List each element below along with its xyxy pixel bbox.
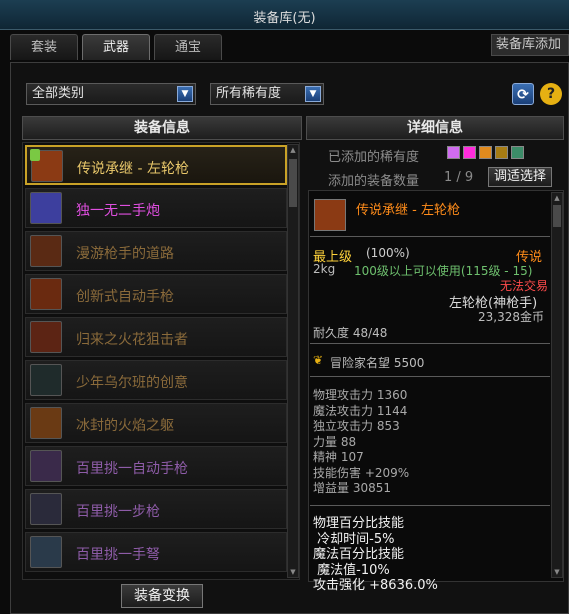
list-item[interactable]: 百里挑一手弩 <box>25 532 287 572</box>
refresh-icon[interactable]: ⟳ <box>512 83 534 105</box>
tab-set[interactable]: 套装 <box>10 34 78 60</box>
list-item[interactable]: 少年乌尔班的创意 <box>25 360 287 400</box>
added-count: 1 / 9 <box>444 170 474 185</box>
list-item-name: 漫游枪手的道路 <box>76 246 174 262</box>
chevron-down-icon[interactable]: ▼ <box>305 86 321 102</box>
item-icon <box>30 235 62 267</box>
item-price: 23,328金币 <box>478 310 544 324</box>
item-icon <box>30 450 62 482</box>
list-item-name: 少年乌尔班的创意 <box>76 375 188 391</box>
scroll-down-icon[interactable]: ▼ <box>552 567 562 577</box>
list-item[interactable]: 创新式自动手枪 <box>25 274 287 314</box>
list-item-name: 百里挑一手弩 <box>76 547 160 563</box>
item-icon <box>30 364 62 396</box>
detail-header: 详细信息 <box>306 116 564 140</box>
equipment-list: 传说承继 - 左轮枪 独一无二手炮 漫游枪手的道路 创新式自动手枪 归来之火花狙击者 少年… <box>22 142 300 580</box>
weight: 2kg <box>313 262 336 276</box>
select-button[interactable]: 调适选择 <box>488 167 552 187</box>
rarity-swatch[interactable] <box>479 146 492 159</box>
rarity-select[interactable]: 所有稀有度 ▼ <box>210 83 324 105</box>
scroll-thumb[interactable] <box>289 159 297 207</box>
divider <box>310 505 550 506</box>
item-icon <box>30 278 62 310</box>
list-item-name: 百里挑一自动手枪 <box>76 461 188 477</box>
list-item[interactable]: 归来之火花狙击者 <box>25 317 287 357</box>
help-icon[interactable]: ? <box>540 83 562 105</box>
list-item-name: 冰封的火焰之躯 <box>76 418 174 434</box>
list-item-name: 百里挑一步枪 <box>76 504 160 520</box>
reputation-icon: ❦ <box>313 353 324 367</box>
detail-scrollbar[interactable]: ▲ ▼ <box>551 192 563 578</box>
bonus-line: 攻击强化 +8636.0% <box>313 578 438 593</box>
scroll-down-icon[interactable]: ▼ <box>288 567 298 577</box>
list-item-name: 归来之火花狙击者 <box>76 332 188 348</box>
convert-equipment-button[interactable]: 装备变换 <box>121 584 203 608</box>
item-icon <box>30 407 62 439</box>
stat-line: 精神 107 <box>313 450 364 464</box>
stat-line: 物理攻击力 1360 <box>313 388 408 402</box>
list-item[interactable]: 冰封的火焰之躯 <box>25 403 287 443</box>
list-item[interactable]: 百里挑一步枪 <box>25 489 287 529</box>
durability: 耐久度 48/48 <box>313 326 388 340</box>
tab-tongbao[interactable]: 通宝 <box>154 34 222 60</box>
stat-line: 技能伤害 +209% <box>313 465 410 480</box>
rarity-value: 所有稀有度 <box>216 86 282 101</box>
item-icon <box>30 536 62 568</box>
stat-line: 独立攻击力 853 <box>313 419 400 433</box>
list-scrollbar[interactable]: ▲ ▼ <box>287 144 299 578</box>
scroll-thumb[interactable] <box>553 205 561 227</box>
grade-percent: (100%) <box>366 246 410 260</box>
list-item-name: 独一无二手炮 <box>76 203 160 219</box>
divider <box>310 236 550 237</box>
divider <box>310 376 550 377</box>
reputation: 冒险家名望 5500 <box>330 356 425 370</box>
detail-item-name: 传说承继 - 左轮枪 <box>356 203 460 218</box>
list-item-name: 创新式自动手枪 <box>76 289 174 305</box>
rarity-swatch[interactable] <box>511 146 524 159</box>
rarity-swatch[interactable] <box>463 146 476 159</box>
equipment-add-tab[interactable]: 装备库添加 <box>491 34 569 56</box>
tab-weapon[interactable]: 武器 <box>82 34 150 60</box>
chevron-down-icon[interactable]: ▼ <box>177 86 193 102</box>
tab-bar: 套装 武器 通宝 <box>10 34 222 60</box>
stat-line: 增益量 30851 <box>313 481 391 495</box>
item-icon <box>30 192 62 224</box>
divider <box>310 343 550 344</box>
title-bar: 装备库(无) <box>0 0 569 30</box>
stat-line: 力量 88 <box>313 434 357 449</box>
rarity-swatch[interactable] <box>447 146 460 159</box>
item-icon <box>314 199 346 231</box>
item-icon <box>30 321 62 353</box>
window-title: 装备库(无) <box>253 11 316 26</box>
scroll-up-icon[interactable]: ▲ <box>288 145 298 155</box>
category-value: 全部类别 <box>32 86 85 101</box>
stat-line: 魔法攻击力 1144 <box>313 403 408 418</box>
category-select[interactable]: 全部类别 ▼ <box>26 83 196 105</box>
scroll-up-icon[interactable]: ▲ <box>552 193 562 203</box>
added-rarity-label: 已添加的稀有度 <box>328 150 420 165</box>
list-item[interactable]: 传说承继 - 左轮枪 <box>25 145 287 185</box>
list-item-name: 传说承继 - 左轮枪 <box>77 161 189 177</box>
added-count-label: 添加的装备数量 <box>328 174 420 189</box>
list-item[interactable]: 百里挑一自动手枪 <box>25 446 287 486</box>
list-item[interactable]: 漫游枪手的道路 <box>25 231 287 271</box>
rarity-swatch[interactable] <box>495 146 508 159</box>
list-header: 装备信息 <box>22 116 302 140</box>
item-icon <box>30 493 62 525</box>
level-ok-icon <box>30 149 40 161</box>
list-item[interactable]: 独一无二手炮 <box>25 188 287 228</box>
